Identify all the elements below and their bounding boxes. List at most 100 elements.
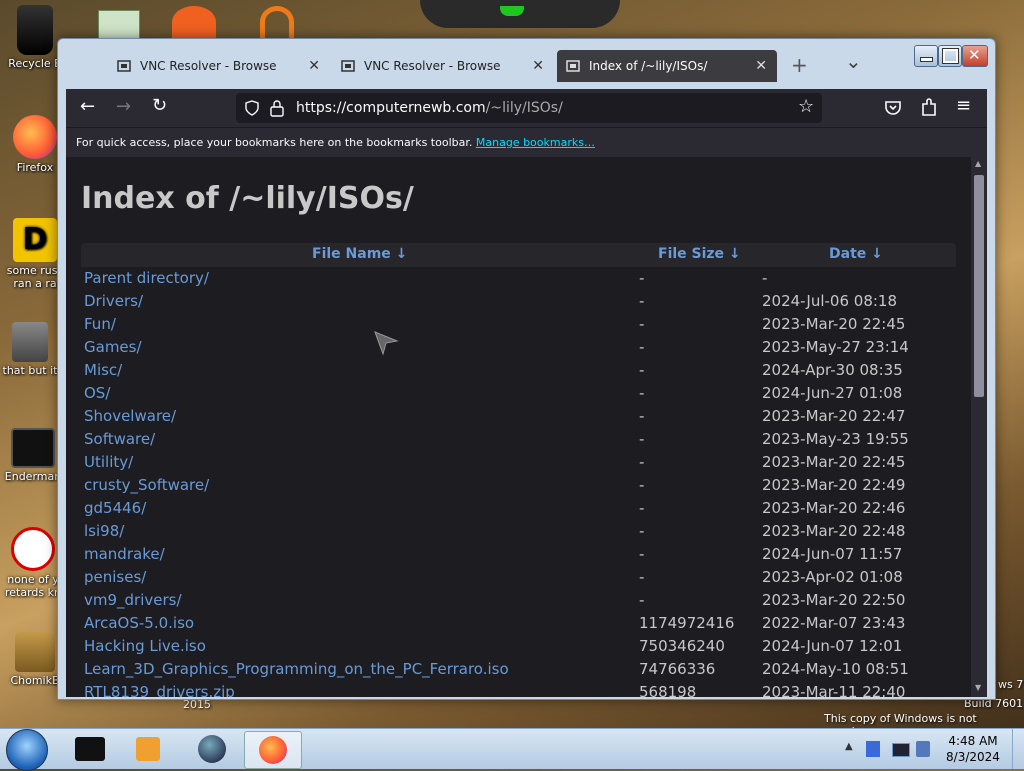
date-cell: 2023-Mar-11 22:40 [762,683,906,697]
extensions-icon[interactable] [920,98,938,118]
table-row: Drivers/ - 2024-Jul-06 08:18 [81,290,956,313]
tray-network-icon[interactable] [866,741,880,757]
file-size-cell: - [639,292,645,310]
navigation-toolbar: ← → ↻ https://computernewb.com/~lily/ISO… [66,89,987,127]
column-header-file-size[interactable]: File Size ↓ [658,246,741,262]
taskbar-app-firefox[interactable] [244,731,302,769]
close-window-button[interactable]: ✕ [962,45,988,67]
date-cell: 2023-Mar-20 22:48 [762,522,906,540]
file-name-link[interactable]: RTL8139_drivers.zip [84,683,235,697]
file-name-link[interactable]: Parent directory/ [84,269,209,287]
date-cell: 2024-Jul-06 08:18 [762,292,898,310]
table-row: vm9_drivers/ - 2023-Mar-20 22:50 [81,589,956,612]
tab-index-of-isos[interactable]: Index of /~lily/ISOs/ ✕ [557,50,777,82]
taskbar-app-media-player[interactable] [120,731,176,767]
scrollbar-thumb[interactable] [974,175,984,397]
file-name-link[interactable]: penises/ [84,568,146,586]
new-tab-button[interactable]: + [791,53,808,77]
file-name-link[interactable]: Fun/ [84,315,116,333]
table-row: Software/ - 2023-May-23 19:55 [81,428,956,451]
column-header-date[interactable]: Date ↓ [829,246,883,262]
tray-volume-icon[interactable] [916,741,930,757]
desktop-icon-red-app[interactable]: none of y retards kn [3,527,63,599]
terminal-icon [11,428,55,468]
watermark-line-1: ws 7 [998,678,1024,691]
firefox-icon [13,115,57,159]
tab-close-icon[interactable]: ✕ [308,58,320,74]
tab-title: Index of /~lily/ISOs/ [589,59,708,73]
table-row: gd5446/ - 2023-Mar-20 22:46 [81,497,956,520]
file-size-cell: - [639,315,645,333]
tab-list-button[interactable]: ⌄ [845,49,862,73]
file-name-link[interactable]: Hacking Live.iso [84,637,206,655]
tray-monitor-icon[interactable] [892,743,910,757]
desktop-icon-folder-partial[interactable] [98,10,140,40]
show-desktop-button[interactable] [1012,729,1024,769]
tab-vnc-resolver-1[interactable]: VNC Resolver - Browse ✕ [108,50,330,82]
vnc-favicon-icon [117,60,131,72]
file-name-link[interactable]: Drivers/ [84,292,143,310]
desktop-icon-app[interactable]: D some russ ran a ra [5,218,65,290]
show-hidden-icons-button[interactable]: ▲ [845,741,853,752]
desktop-icon-orange-partial[interactable] [260,6,294,38]
url-path: /~lily/ISOs/ [485,100,563,116]
column-header-file-name[interactable]: File Name ↓ [312,246,407,262]
tab-vnc-resolver-2[interactable]: VNC Resolver - Browse ✕ [332,50,554,82]
date-cell: 2023-Mar-20 22:46 [762,499,906,517]
date-cell: 2023-Mar-20 22:45 [762,453,906,471]
file-name-link[interactable]: Games/ [84,338,142,356]
file-name-link[interactable]: mandrake/ [84,545,165,563]
desktop-icon-chomikbox[interactable]: ChomikB [5,632,65,687]
date-cell: 2023-Mar-20 22:49 [762,476,906,494]
file-size-cell: - [639,407,645,425]
file-size-cell: - [639,568,645,586]
file-name-link[interactable]: Learn_3D_Graphics_Programming_on_the_PC_… [84,660,509,678]
table-row: Misc/ - 2024-Apr-30 08:35 [81,359,956,382]
url-bar[interactable]: https://computernewb.com/~lily/ISOs/ ☆ [236,93,822,123]
manage-bookmarks-link[interactable]: Manage bookmarks… [476,136,595,149]
file-name-link[interactable]: Misc/ [84,361,122,379]
taskbar-app-terminal[interactable] [62,731,118,767]
desktop-icon-p-partial[interactable] [172,6,216,38]
file-name-link[interactable]: ArcaOS-5.0.iso [84,614,194,632]
file-name-link[interactable]: Shovelware/ [84,407,176,425]
file-name-link[interactable]: Utility/ [84,453,133,471]
taskbar-app-globe[interactable] [184,731,240,767]
file-name-link[interactable]: Software/ [84,430,155,448]
desktop-icon-firefox[interactable]: Firefox [5,115,65,174]
shield-icon[interactable] [244,100,260,116]
start-button[interactable] [6,729,48,771]
url-text[interactable]: https://computernewb.com/~lily/ISOs/ [296,100,563,116]
file-name-link[interactable]: crusty_Software/ [84,476,209,494]
tab-close-icon[interactable]: ✕ [532,58,544,74]
tab-close-icon[interactable]: ✕ [755,58,767,74]
vertical-scrollbar[interactable]: ▲ ▼ [971,157,987,697]
file-name-link[interactable]: vm9_drivers/ [84,591,182,609]
scroll-up-arrow-icon[interactable]: ▲ [975,159,981,168]
desktop-icon-label: Recycle B [8,57,62,70]
reload-button[interactable]: ↻ [152,95,167,116]
taskbar: ▲ 4:48 AM 8/3/2024 [0,728,1024,771]
clock[interactable]: 4:48 AM 8/3/2024 [945,733,1001,765]
chomik-box-icon [15,632,55,672]
lock-icon[interactable] [270,99,284,117]
file-name-link[interactable]: lsi98/ [84,522,124,540]
desktop-icon-terminal[interactable]: Enderman [3,428,63,483]
file-size-cell: 750346240 [639,637,725,655]
file-name-link[interactable]: OS/ [84,384,110,402]
bookmark-star-icon[interactable]: ☆ [798,96,814,117]
desktop-icon-recycle-bin[interactable]: Recycle B [5,5,65,70]
file-size-cell: - [639,384,645,402]
bookmarks-message: For quick access, place your bookmarks h… [76,136,473,149]
pocket-icon[interactable] [884,100,902,116]
desktop-icon-stack[interactable]: that but it [0,322,60,377]
date-cell: 2022-Mar-07 23:43 [762,614,906,632]
desktop-icon-label-2: ran a ra [13,277,57,290]
maximize-button[interactable] [938,45,962,67]
scroll-down-arrow-icon[interactable]: ▼ [975,683,981,692]
menu-icon[interactable]: ≡ [956,95,971,116]
back-button[interactable]: ← [80,96,95,117]
file-name-link[interactable]: gd5446/ [84,499,146,517]
minimize-button[interactable] [914,45,938,67]
forward-button[interactable]: → [116,96,131,117]
